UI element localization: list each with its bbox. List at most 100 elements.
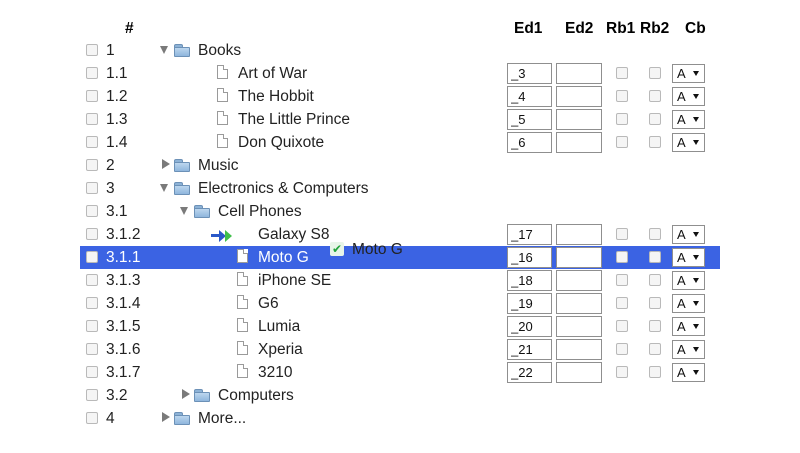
tree-row[interactable]: 3 Electronics & Computers bbox=[80, 177, 720, 200]
ed1-input[interactable] bbox=[507, 109, 552, 130]
rb1-checkbox[interactable] bbox=[616, 228, 628, 240]
tree-row[interactable]: 2 Music bbox=[80, 154, 720, 177]
ed1-input[interactable] bbox=[507, 224, 552, 245]
rb2-checkbox[interactable] bbox=[649, 320, 661, 332]
rb1-checkbox[interactable] bbox=[616, 67, 628, 79]
row-title[interactable]: Cell Phones bbox=[218, 202, 302, 221]
row-select-checkbox[interactable] bbox=[86, 343, 98, 355]
row-title[interactable]: Books bbox=[198, 41, 241, 60]
header-ed2[interactable]: Ed2 bbox=[565, 20, 593, 38]
row-title[interactable]: G6 bbox=[258, 294, 279, 313]
tree-row[interactable]: 1.3 The Little Prince A bbox=[80, 108, 720, 131]
ed2-input[interactable] bbox=[556, 109, 602, 130]
ed2-input[interactable] bbox=[556, 293, 602, 314]
tree-row[interactable]: 3.2 Computers bbox=[80, 384, 720, 407]
rb2-checkbox[interactable] bbox=[649, 67, 661, 79]
row-title[interactable]: Art of War bbox=[238, 64, 307, 83]
ed1-input[interactable] bbox=[507, 247, 552, 268]
cb-select[interactable]: A bbox=[672, 363, 705, 382]
row-title[interactable]: Xperia bbox=[258, 340, 303, 359]
cb-select[interactable]: A bbox=[672, 340, 705, 359]
row-select-checkbox[interactable] bbox=[86, 412, 98, 424]
row-select-checkbox[interactable] bbox=[86, 366, 98, 378]
rb2-checkbox[interactable] bbox=[649, 251, 661, 263]
row-select-checkbox[interactable] bbox=[86, 228, 98, 240]
ed2-input[interactable] bbox=[556, 224, 602, 245]
tree-row[interactable]: 3.1.6 Xperia A bbox=[80, 338, 720, 361]
rb2-checkbox[interactable] bbox=[649, 228, 661, 240]
rb1-checkbox[interactable] bbox=[616, 320, 628, 332]
ed2-input[interactable] bbox=[556, 132, 602, 153]
row-title[interactable]: iPhone SE bbox=[258, 271, 331, 290]
expander-open-icon[interactable] bbox=[160, 46, 168, 54]
cb-select[interactable]: A bbox=[672, 248, 705, 267]
rb1-checkbox[interactable] bbox=[616, 274, 628, 286]
row-select-checkbox[interactable] bbox=[86, 113, 98, 125]
ed1-input[interactable] bbox=[507, 270, 552, 291]
row-select-checkbox[interactable] bbox=[86, 44, 98, 56]
cb-select[interactable]: A bbox=[672, 317, 705, 336]
tree-row[interactable]: 3.1.3 iPhone SE A bbox=[80, 269, 720, 292]
row-title[interactable]: Galaxy S8 bbox=[258, 225, 330, 244]
ed1-input[interactable] bbox=[507, 339, 552, 360]
header-rb2[interactable]: Rb2 bbox=[640, 20, 669, 38]
tree-row[interactable]: 1.1 Art of War A bbox=[80, 62, 720, 85]
tree-row[interactable]: 3.1.5 Lumia A bbox=[80, 315, 720, 338]
row-title[interactable]: Lumia bbox=[258, 317, 300, 336]
ed2-input[interactable] bbox=[556, 362, 602, 383]
rb2-checkbox[interactable] bbox=[649, 297, 661, 309]
row-title[interactable]: Electronics & Computers bbox=[198, 179, 369, 198]
rb2-checkbox[interactable] bbox=[649, 366, 661, 378]
header-rb1[interactable]: Rb1 bbox=[606, 20, 635, 38]
rb2-checkbox[interactable] bbox=[649, 343, 661, 355]
cb-select[interactable]: A bbox=[672, 110, 705, 129]
row-select-checkbox[interactable] bbox=[86, 251, 98, 263]
row-title[interactable]: Moto G bbox=[258, 248, 309, 267]
row-title[interactable]: Don Quixote bbox=[238, 133, 324, 152]
cb-select[interactable]: A bbox=[672, 87, 705, 106]
row-select-checkbox[interactable] bbox=[86, 182, 98, 194]
ed2-input[interactable] bbox=[556, 63, 602, 84]
rb2-checkbox[interactable] bbox=[649, 136, 661, 148]
rb1-checkbox[interactable] bbox=[616, 90, 628, 102]
row-title[interactable]: Music bbox=[198, 156, 238, 175]
expander-closed-icon[interactable] bbox=[162, 159, 170, 169]
row-select-checkbox[interactable] bbox=[86, 389, 98, 401]
rb1-checkbox[interactable] bbox=[616, 251, 628, 263]
expander-closed-icon[interactable] bbox=[182, 389, 190, 399]
row-title[interactable]: The Hobbit bbox=[238, 87, 314, 106]
ed1-input[interactable] bbox=[507, 316, 552, 337]
row-select-checkbox[interactable] bbox=[86, 159, 98, 171]
row-select-checkbox[interactable] bbox=[86, 297, 98, 309]
header-cb[interactable]: Cb bbox=[685, 20, 706, 38]
rb1-checkbox[interactable] bbox=[616, 113, 628, 125]
row-select-checkbox[interactable] bbox=[86, 205, 98, 217]
row-title[interactable]: The Little Prince bbox=[238, 110, 350, 129]
rb1-checkbox[interactable] bbox=[616, 297, 628, 309]
rb2-checkbox[interactable] bbox=[649, 90, 661, 102]
expander-closed-icon[interactable] bbox=[162, 412, 170, 422]
rb2-checkbox[interactable] bbox=[649, 113, 661, 125]
tree-row[interactable]: 1.2 The Hobbit A bbox=[80, 85, 720, 108]
expander-open-icon[interactable] bbox=[160, 184, 168, 192]
rb1-checkbox[interactable] bbox=[616, 136, 628, 148]
row-select-checkbox[interactable] bbox=[86, 320, 98, 332]
ed2-input[interactable] bbox=[556, 86, 602, 107]
ed2-input[interactable] bbox=[556, 247, 602, 268]
expander-open-icon[interactable] bbox=[180, 207, 188, 215]
header-ed1[interactable]: Ed1 bbox=[514, 20, 542, 38]
ed2-input[interactable] bbox=[556, 316, 602, 337]
ed1-input[interactable] bbox=[507, 293, 552, 314]
tree-row[interactable]: 4 More... bbox=[80, 407, 720, 430]
cb-select[interactable]: A bbox=[672, 64, 705, 83]
ed1-input[interactable] bbox=[507, 362, 552, 383]
rb1-checkbox[interactable] bbox=[616, 366, 628, 378]
tree-row[interactable]: 1 Books bbox=[80, 39, 720, 62]
row-select-checkbox[interactable] bbox=[86, 274, 98, 286]
ed2-input[interactable] bbox=[556, 270, 602, 291]
tree-row[interactable]: 3.1.7 3210 A bbox=[80, 361, 720, 384]
row-select-checkbox[interactable] bbox=[86, 136, 98, 148]
ed1-input[interactable] bbox=[507, 63, 552, 84]
ed1-input[interactable] bbox=[507, 86, 552, 107]
ed1-input[interactable] bbox=[507, 132, 552, 153]
